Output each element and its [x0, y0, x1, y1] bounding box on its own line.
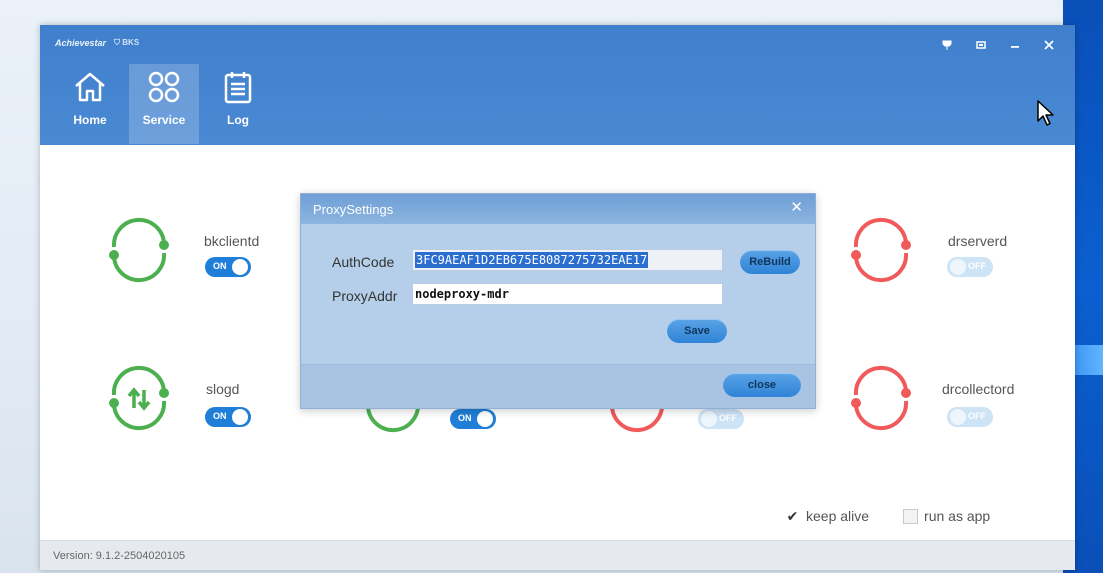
transfer-ring-icon	[109, 365, 169, 431]
proxyaddr-label: ProxyAddr	[332, 288, 398, 304]
app-brand: Achievestar ⛉ BKS	[55, 38, 139, 48]
restore-icon[interactable]	[965, 33, 997, 57]
service-toggle[interactable]: OFF	[947, 407, 993, 427]
proxyaddr-field[interactable]: nodeproxy-mdr	[412, 283, 723, 305]
service-name: drcollectord	[942, 381, 1015, 397]
save-button[interactable]: Save	[667, 319, 727, 343]
run-as-app-checkbox[interactable]	[903, 508, 919, 524]
authcode-label: AuthCode	[332, 254, 395, 270]
log-icon	[224, 72, 252, 104]
service-toggle[interactable]: ON	[205, 407, 251, 427]
brand-logo: Achievestar	[55, 38, 107, 48]
rebuild-button[interactable]: ReBuild	[740, 250, 800, 274]
close-icon[interactable]	[1033, 33, 1065, 57]
options-row: ✔ keep alive run as app	[785, 508, 991, 524]
dialog-title-bar: ProxySettings ✕	[301, 194, 815, 224]
window-controls	[931, 33, 1065, 57]
keep-alive-checkbox[interactable]: ✔	[785, 509, 800, 524]
service-name: bkclientd	[204, 233, 260, 249]
keep-alive-option[interactable]: ✔ keep alive	[785, 508, 869, 524]
proxy-settings-dialog: ProxySettings ✕ AuthCode 3FC9AEAF1D2EB67…	[300, 193, 816, 409]
pin-icon[interactable]	[931, 33, 963, 57]
tab-log-label: Log	[227, 113, 249, 127]
brand-badge: ⛉ BKS	[114, 38, 140, 47]
home-icon	[75, 72, 105, 102]
run-as-app-option[interactable]: run as app	[903, 508, 990, 524]
tab-service-label: Service	[142, 113, 186, 127]
status-bar: Version: 9.1.2-2504020105	[40, 540, 1075, 570]
tab-service[interactable]: Service	[129, 64, 199, 144]
version-text: Version: 9.1.2-2504020105	[53, 550, 186, 562]
service-toggle[interactable]: OFF	[947, 257, 993, 277]
dialog-close-button[interactable]: close	[723, 373, 801, 397]
dialog-footer: close	[301, 364, 815, 408]
title-bar: Achievestar ⛉ BKS Home Service Log	[40, 25, 1075, 145]
service-toggle[interactable]: ON	[450, 409, 496, 429]
tab-log[interactable]: Log	[203, 64, 273, 144]
dialog-title: ProxySettings	[313, 202, 394, 217]
mouse-cursor-icon	[1037, 100, 1054, 126]
dialog-close-icon[interactable]: ✕	[790, 198, 803, 216]
minimize-icon[interactable]	[999, 33, 1031, 57]
service-name: slogd	[206, 381, 240, 397]
sync-ring-icon	[851, 365, 911, 431]
run-as-app-label: run as app	[924, 508, 991, 524]
service-name: drserverd	[948, 233, 1008, 249]
keep-alive-label: keep alive	[806, 508, 870, 524]
tab-home-label: Home	[73, 113, 107, 127]
authcode-field[interactable]: 3FC9AEAF1D2EB675E8087275732EAE17	[412, 249, 723, 271]
sync-ring-icon	[109, 217, 169, 283]
service-icon	[148, 71, 180, 103]
tab-home[interactable]: Home	[55, 64, 125, 144]
dialog-body: AuthCode 3FC9AEAF1D2EB675E8087275732EAE1…	[301, 224, 815, 364]
sync-ring-icon	[851, 217, 911, 283]
service-toggle[interactable]: ON	[205, 257, 251, 277]
nav-tabs: Home Service Log	[55, 64, 273, 144]
service-toggle[interactable]: OFF	[698, 409, 744, 429]
